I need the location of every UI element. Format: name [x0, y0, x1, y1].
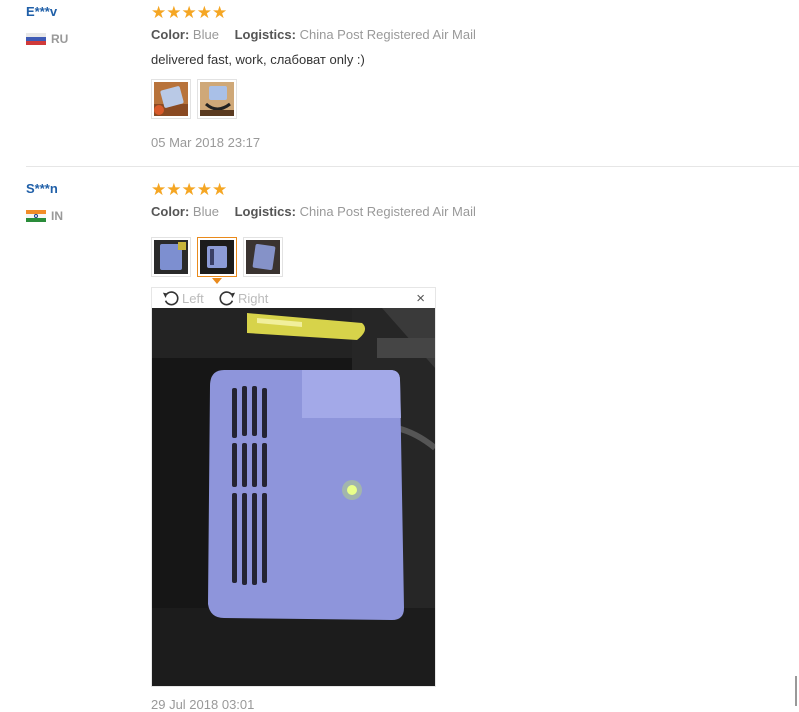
rotate-left-button[interactable]: Left	[162, 289, 204, 307]
country-code: IN	[51, 209, 63, 223]
rotate-right-icon	[219, 291, 236, 306]
review-divider	[26, 166, 799, 167]
logistics-value: China Post Registered Air Mail	[299, 204, 476, 219]
review-thumbnail-selected[interactable]	[197, 237, 237, 284]
review-thumbnail[interactable]	[151, 79, 191, 119]
color-value: Blue	[192, 204, 219, 219]
reviewer-name[interactable]: E***v	[26, 4, 57, 19]
review-thumbnail[interactable]	[197, 79, 237, 119]
rotate-left-icon	[162, 291, 179, 306]
image-viewer-toolbar: Left Right ×	[152, 288, 435, 308]
review-text: delivered fast, work, слабоват only :)	[151, 52, 365, 67]
order-attributes: Color: Blue Logistics: China Post Regist…	[151, 27, 476, 42]
review-thumbnail[interactable]	[243, 237, 283, 277]
review-thumbnail[interactable]	[151, 237, 191, 277]
review-date: 29 Jul 2018 03:01	[151, 697, 255, 712]
order-attributes: Color: Blue Logistics: China Post Regist…	[151, 204, 476, 219]
scrollbar[interactable]	[795, 676, 797, 706]
flag-icon	[26, 33, 46, 45]
star-rating: ★★★★★	[151, 3, 228, 22]
image-viewer: Left Right ×	[151, 287, 436, 687]
flag-icon	[26, 210, 46, 222]
review-photo-large[interactable]	[152, 308, 435, 686]
star-rating: ★★★★★	[151, 180, 228, 199]
color-value: Blue	[192, 27, 219, 42]
close-icon[interactable]: ×	[416, 290, 425, 307]
color-label: Color:	[151, 27, 190, 42]
logistics-value: China Post Registered Air Mail	[299, 27, 476, 42]
review-thumbnails	[151, 79, 237, 119]
country-code: RU	[51, 32, 69, 46]
review-thumbnails	[151, 237, 283, 284]
logistics-label: Logistics:	[234, 204, 296, 219]
review-date: 05 Mar 2018 23:17	[151, 135, 261, 150]
rotate-right-label: Right	[238, 290, 269, 306]
rotate-right-button[interactable]: Right	[218, 289, 268, 307]
reviewer-country: RU	[26, 32, 68, 46]
rotate-left-label: Left	[182, 290, 204, 306]
reviewer-name[interactable]: S***n	[26, 181, 58, 196]
color-label: Color:	[151, 204, 190, 219]
reviewer-country: IN	[26, 209, 63, 223]
logistics-label: Logistics:	[234, 27, 296, 42]
